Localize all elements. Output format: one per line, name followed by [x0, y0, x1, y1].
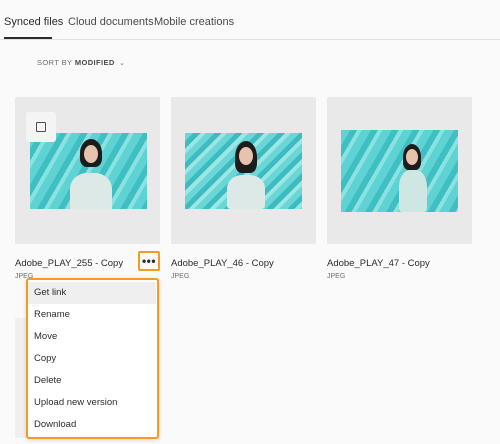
- sort-value: MODIFIED: [74, 58, 115, 67]
- file-name[interactable]: Adobe_PLAY_255 - Copy: [15, 258, 123, 269]
- context-menu: Get link Rename Move Copy Delete Upload …: [26, 278, 159, 439]
- file-thumbnail: [185, 133, 302, 209]
- file-thumbnail: [341, 130, 458, 212]
- file-thumbnail: [30, 133, 147, 209]
- menu-item-upload-new-version[interactable]: Upload new version: [28, 392, 156, 414]
- menu-item-get-link[interactable]: Get link: [28, 282, 156, 304]
- tab-mobile-creations[interactable]: Mobile creations: [154, 16, 234, 28]
- menu-item-move[interactable]: Move: [28, 326, 156, 348]
- menu-item-download[interactable]: Download: [28, 414, 156, 436]
- more-options-button[interactable]: •••: [138, 251, 160, 271]
- checkbox-icon: [36, 122, 46, 132]
- tab-synced-files[interactable]: Synced files: [4, 16, 63, 28]
- sort-prefix: SORT BY: [37, 58, 73, 67]
- file-name[interactable]: Adobe_PLAY_46 - Copy: [171, 258, 274, 269]
- menu-item-copy[interactable]: Copy: [28, 348, 156, 370]
- chevron-down-icon: ⌄: [119, 60, 126, 67]
- file-type: JPEG: [171, 273, 190, 280]
- tab-bar: Synced files Cloud documents Mobile crea…: [0, 0, 500, 40]
- file-card-2[interactable]: [171, 97, 316, 244]
- menu-item-rename[interactable]: Rename: [28, 304, 156, 326]
- file-type: JPEG: [327, 273, 346, 280]
- more-options-icon: •••: [141, 254, 157, 268]
- active-tab-indicator: [4, 37, 52, 39]
- sort-control[interactable]: SORT BY MODIFIED ⌄: [37, 58, 125, 67]
- file-card-3[interactable]: [327, 97, 472, 244]
- file-name[interactable]: Adobe_PLAY_47 - Copy: [327, 258, 430, 269]
- menu-item-delete[interactable]: Delete: [28, 370, 156, 392]
- tab-cloud-documents[interactable]: Cloud documents: [68, 16, 154, 28]
- select-checkbox[interactable]: [26, 112, 56, 142]
